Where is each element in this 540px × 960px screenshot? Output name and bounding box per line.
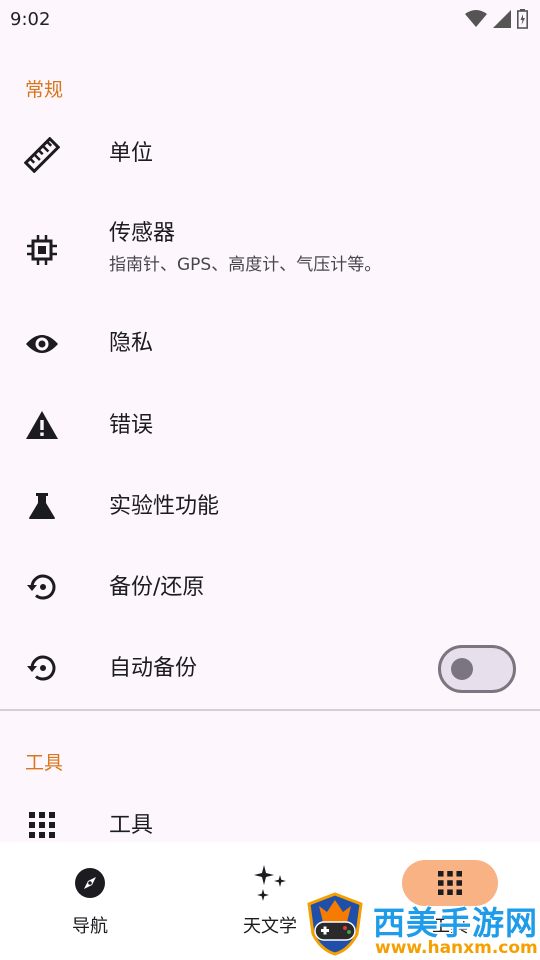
restore-icon	[22, 648, 62, 688]
eye-icon	[22, 324, 62, 364]
settings-item-units[interactable]: 单位	[0, 125, 540, 185]
ruler-icon	[22, 135, 62, 175]
settings-item-subtitle: 指南针、GPS、高度计、气压计等。	[109, 255, 382, 275]
settings-item-label: 传感器	[109, 221, 176, 246]
chip-icon	[22, 230, 62, 270]
settings-item-privacy[interactable]: 隐私	[0, 316, 540, 376]
settings-item-auto-backup[interactable]: 自动备份	[0, 640, 540, 700]
restore-icon	[22, 567, 62, 607]
settings-item-backup-restore[interactable]: 备份/还原	[0, 559, 540, 619]
settings-item-sensors[interactable]: 传感器 指南针、GPS、高度计、气压计等。	[0, 212, 540, 288]
auto-backup-toggle[interactable]	[438, 645, 516, 693]
settings-item-label: 隐私	[109, 331, 154, 356]
nav-label: 导航	[72, 916, 108, 937]
nav-item-navigation[interactable]: 导航	[0, 842, 180, 960]
settings-item-label: 实验性功能	[109, 494, 220, 519]
sparkles-icon	[222, 860, 318, 906]
toggle-knob	[451, 658, 473, 680]
grid-icon	[22, 805, 62, 845]
settings-item-label: 错误	[109, 413, 154, 438]
section-title-general: 常规	[25, 79, 64, 101]
settings-item-label: 工具	[109, 813, 154, 838]
watermark-url: www.hanxm.com	[375, 938, 538, 958]
flask-icon	[22, 486, 62, 526]
status-bar: 9:02	[0, 0, 540, 38]
battery-icon	[517, 9, 528, 29]
wifi-icon	[465, 10, 487, 27]
settings-item-label: 备份/还原	[109, 575, 205, 600]
section-title-tools: 工具	[25, 752, 64, 774]
gamepad-shield-logo	[307, 892, 363, 956]
watermark: 西美手游网 www.hanxm.com	[305, 890, 540, 960]
status-time: 9:02	[10, 8, 51, 30]
section-divider	[0, 709, 540, 711]
settings-item-experimental[interactable]: 实验性功能	[0, 478, 540, 538]
settings-item-label: 自动备份	[109, 656, 198, 681]
cell-signal-icon	[493, 10, 511, 28]
settings-item-label: 单位	[109, 141, 154, 166]
status-icons	[465, 9, 528, 29]
settings-item-errors[interactable]: 错误	[0, 397, 540, 457]
compass-icon	[42, 860, 138, 906]
warning-icon	[22, 405, 62, 445]
